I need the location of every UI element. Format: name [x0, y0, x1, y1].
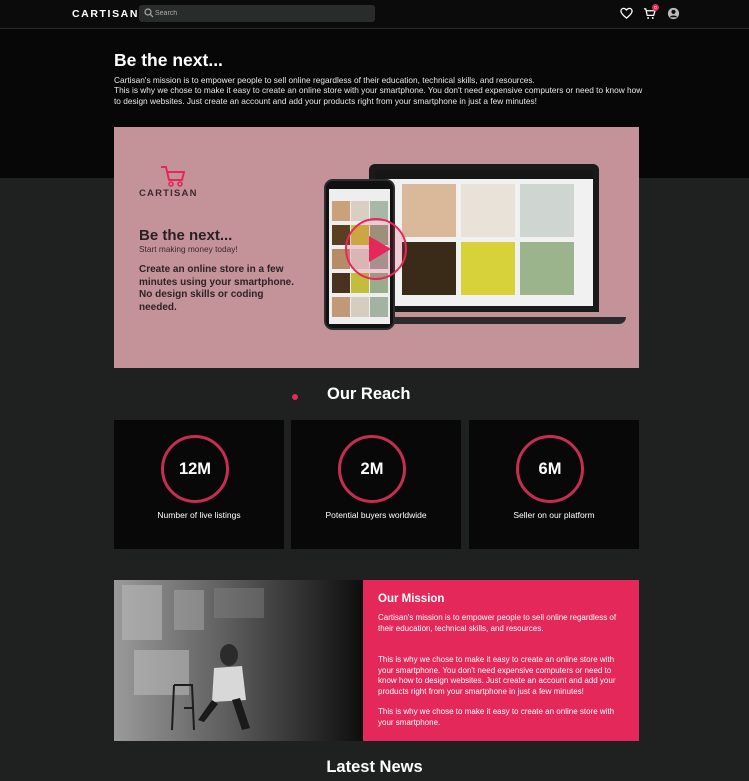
- reach-title: Our Reach: [327, 385, 411, 403]
- stat-ring: 12M: [161, 435, 229, 503]
- banner-title: Be the next...: [139, 227, 233, 244]
- user-icon[interactable]: [667, 7, 680, 20]
- stat-ring: 2M: [338, 435, 406, 503]
- banner-subtitle: Start making money today!: [139, 244, 238, 254]
- reach-card-sellers: 6M Seller on our platform: [469, 420, 639, 549]
- cart-badge: 0: [652, 4, 659, 11]
- intro-paragraph-2: This is why we chose to make it easy to …: [114, 85, 643, 106]
- mission-paragraph-1: Cartisan's mission is to empower people …: [378, 613, 617, 633]
- stat-value: 6M: [538, 460, 562, 478]
- mission-paragraph-3: This is why we chose to make it easy to …: [378, 707, 615, 727]
- reach-card-listings: 12M Number of live listings: [114, 420, 284, 549]
- search-icon: [144, 8, 154, 18]
- carousel-dot[interactable]: [292, 394, 298, 400]
- mission-panel: Our Mission Cartisan's mission is to emp…: [363, 580, 639, 741]
- banner-logo-text: CARTISAN: [139, 188, 198, 199]
- cart-button[interactable]: 0: [643, 4, 659, 20]
- mission-photo: [114, 580, 363, 741]
- site-logo[interactable]: CARTISAN: [72, 8, 139, 20]
- mission-paragraph-2: This is why we chose to make it easy to …: [378, 655, 616, 696]
- promo-banner[interactable]: CARTISAN Be the next... Start making mon…: [114, 127, 639, 368]
- stat-value: 12M: [178, 460, 212, 478]
- stat-label: Seller on our platform: [513, 510, 595, 520]
- top-navbar: CARTISAN 0: [0, 0, 749, 29]
- intro-paragraph-1: Cartisan's mission is to empower people …: [114, 75, 535, 85]
- search-input[interactable]: [155, 5, 365, 22]
- stat-value: 2M: [360, 460, 384, 478]
- play-icon: [369, 236, 391, 262]
- intro-title: Be the next...: [114, 50, 223, 70]
- mission-title: Our Mission: [378, 593, 445, 605]
- latest-news-title: Latest News: [326, 758, 423, 776]
- reach-card-buyers: 2M Potential buyers worldwide: [291, 420, 461, 549]
- stat-label: Potential buyers worldwide: [325, 510, 427, 520]
- banner-body: Create an online store in a few minutes …: [139, 264, 295, 313]
- stat-ring: 6M: [516, 435, 584, 503]
- search-bar[interactable]: [139, 5, 375, 22]
- play-video-button[interactable]: [345, 218, 407, 280]
- stat-label: Number of live listings: [157, 510, 241, 520]
- heart-icon[interactable]: [620, 7, 633, 20]
